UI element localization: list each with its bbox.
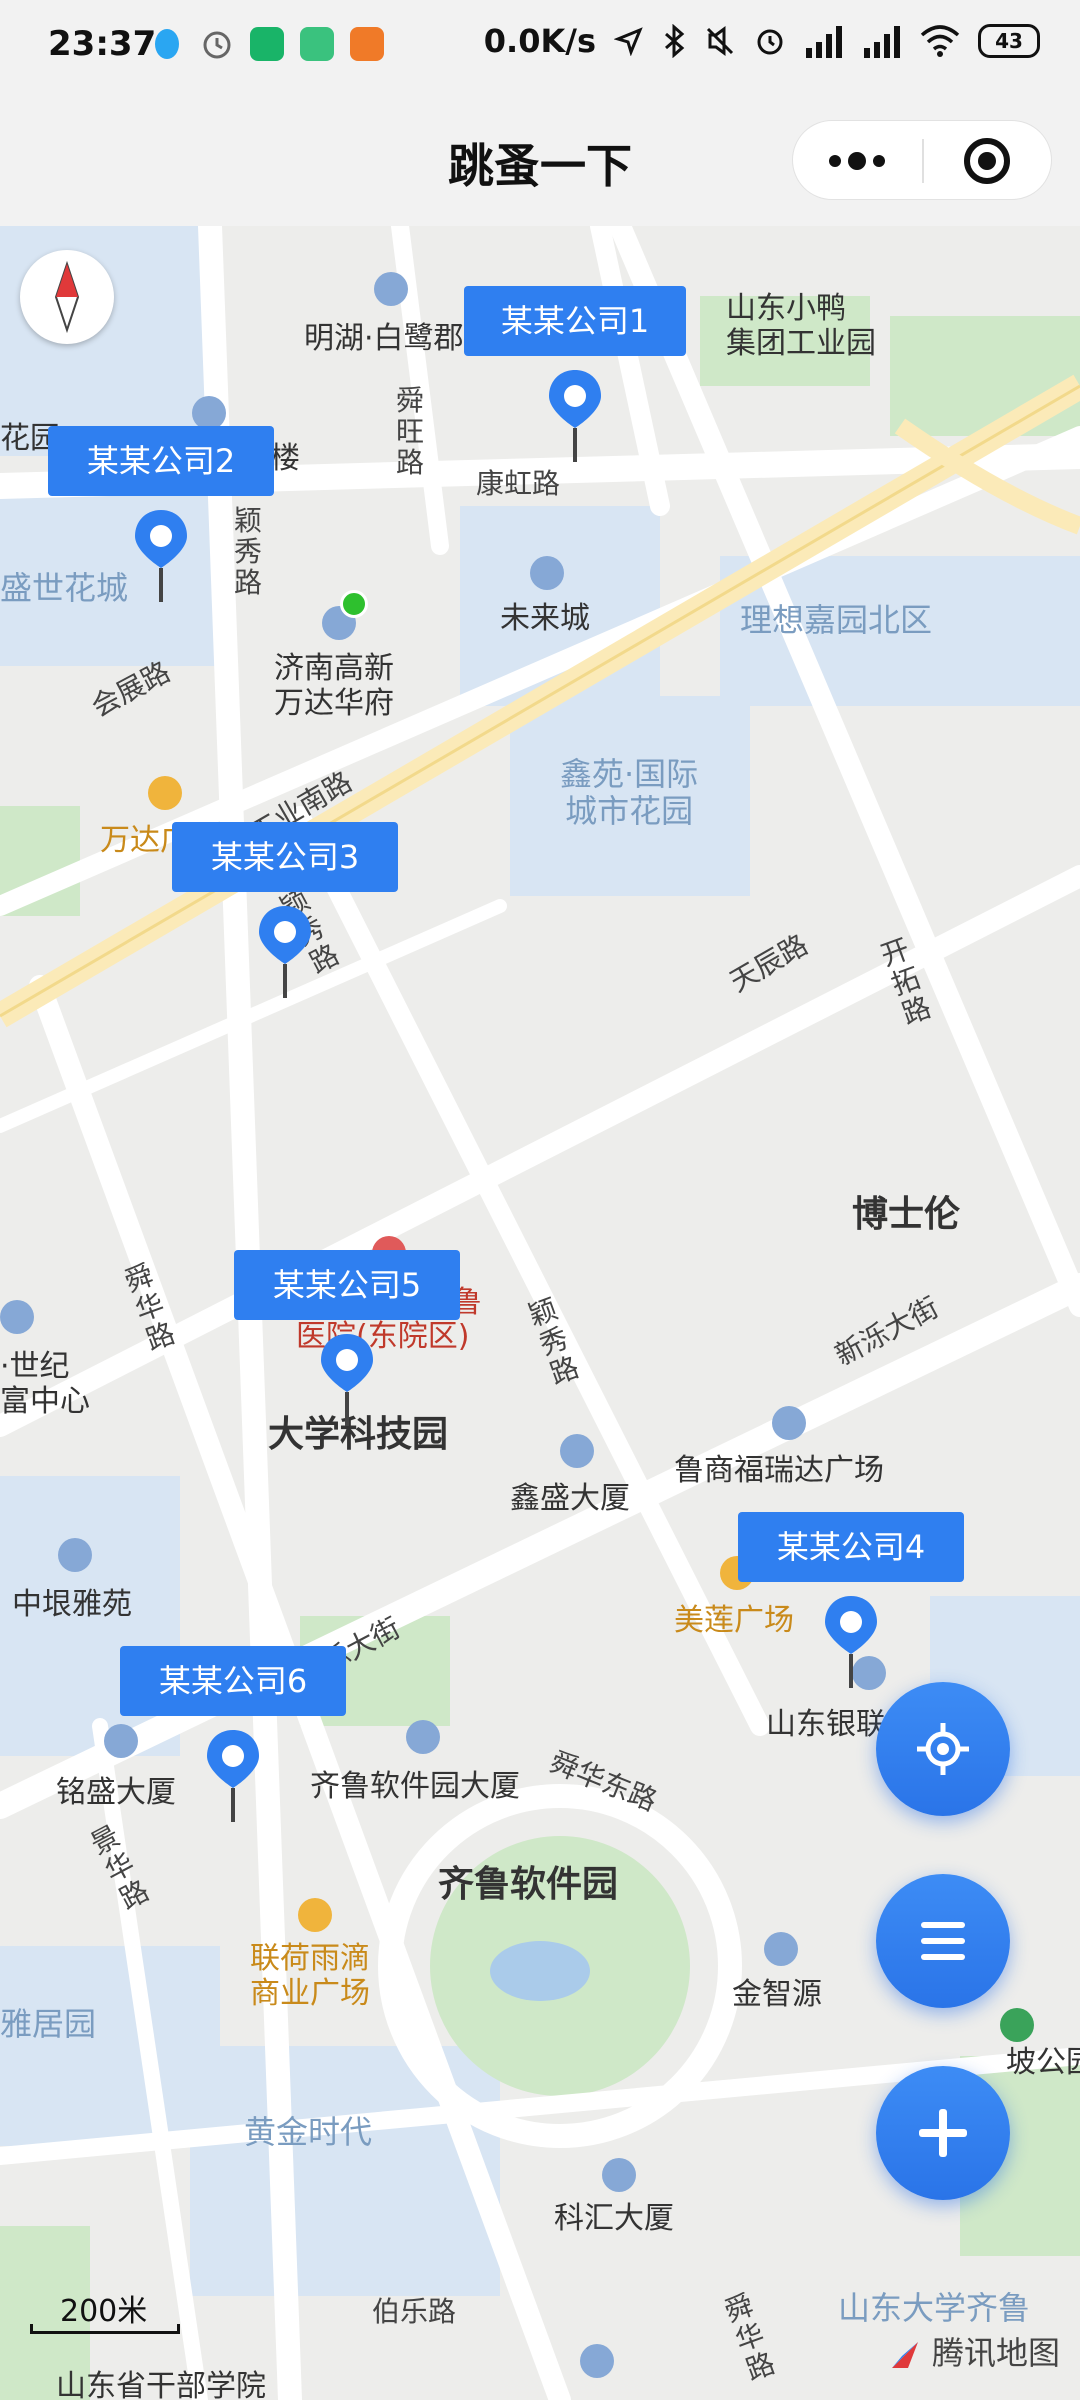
building-icon — [580, 2344, 614, 2378]
mute-icon — [706, 26, 734, 56]
mall-icon — [298, 1898, 332, 1932]
marker-label: 某某公司5 — [234, 1250, 460, 1320]
poi-kehui: 科汇大厦 — [554, 2201, 674, 2236]
marker-label: 某某公司2 — [48, 426, 274, 496]
marker-label: 某某公司4 — [738, 1512, 964, 1582]
poi-shandong-duck: 山东小鸭 集团工业园 — [726, 291, 876, 361]
map-pin-icon — [549, 370, 601, 462]
compass-icon — [54, 260, 80, 334]
building-icon — [0, 1300, 34, 1334]
building-icon — [530, 556, 564, 590]
building-icon — [374, 272, 408, 306]
poi-huangjin: 黄金时代 — [244, 2113, 373, 2151]
net-speed: 0.0K/s — [483, 22, 596, 60]
status-right: 0.0K/s 43 — [484, 22, 1040, 60]
road-shunwang: 舜 旺 路 — [396, 384, 425, 479]
poi-century: ·世纪 富中心 — [0, 1349, 90, 1419]
status-time: 23:37 — [48, 24, 157, 64]
map-pin-icon — [825, 1596, 877, 1688]
tencent-map-logo-icon — [891, 2342, 918, 2368]
anjuke-app-icon — [250, 27, 284, 61]
poi-yaju: 雅居园 — [0, 2005, 97, 2043]
alarm-status-icon — [757, 29, 783, 55]
marker-label: 某某公司6 — [120, 1646, 346, 1716]
poi-shandong-univ: 山东大学齐鲁 — [838, 2289, 1031, 2327]
scale-bar — [30, 2324, 180, 2334]
map-pin-icon — [135, 510, 187, 602]
poi-xinyuan: 鑫苑·国际 城市花园 — [560, 755, 699, 830]
building-icon — [602, 2158, 636, 2192]
map-pin-icon — [207, 1730, 259, 1822]
poi-zhonggen: 中垠雅苑 — [12, 1587, 132, 1622]
map-scale: 200米 — [30, 2286, 190, 2336]
poi-podong: 坡公园 — [1006, 2045, 1080, 2080]
poi-qilu-park: 齐鲁软件园 — [438, 1864, 619, 1905]
marker-label: 某某公司1 — [464, 286, 686, 356]
mini-program-capsule — [792, 120, 1052, 200]
map-pin-icon — [321, 1334, 373, 1426]
list-button[interactable] — [876, 1874, 1010, 2008]
poi-shandong-bank: 山东银联 — [766, 1707, 886, 1742]
poi-lixiang: 理想嘉园北区 — [740, 601, 933, 639]
road-bole: 伯乐路 — [372, 2295, 457, 2328]
locate-crosshair-icon — [917, 1723, 969, 1775]
poi-lianhe: 联荷雨滴 商业广场 — [250, 1941, 370, 2011]
building-icon — [560, 1434, 594, 1468]
map-attribution: 腾讯地图 — [888, 2328, 1060, 2374]
alarm-icon — [203, 31, 231, 59]
target-circle-icon — [964, 138, 1010, 184]
attribution-text: 腾讯地图 — [931, 2334, 1060, 2372]
locate-button[interactable] — [876, 1682, 1010, 1816]
poi-lushang: 鲁商福瑞达广场 — [674, 1453, 884, 1488]
building-icon — [406, 1720, 440, 1754]
qq-penguin-icon — [155, 29, 179, 59]
building-icon — [58, 1538, 92, 1572]
orange-app-icon — [350, 27, 384, 61]
marker-label: 某某公司3 — [172, 822, 398, 892]
location-arrow-icon — [614, 27, 643, 56]
bluetooth-icon — [665, 24, 685, 58]
battery-icon: 43 — [978, 24, 1040, 58]
ellipsis-icon — [829, 152, 885, 170]
marker-company-6[interactable]: 某某公司6 — [120, 1646, 346, 1826]
marker-company-1[interactable]: 某某公司1 — [464, 286, 686, 466]
poi-xinsheng: 鑫盛大厦 — [510, 1481, 630, 1516]
signal-icon-1 — [806, 26, 842, 58]
poi-ganbu: 山东省干部学院 — [56, 2369, 266, 2400]
mall-icon — [148, 776, 182, 810]
add-button[interactable] — [876, 2066, 1010, 2200]
boss-zhipin-app-icon — [300, 27, 334, 61]
plus-icon — [919, 2109, 967, 2157]
nav-bar: 跳蚤一下 — [0, 92, 1080, 226]
building-icon — [192, 396, 226, 430]
compass-button[interactable] — [20, 250, 114, 344]
poi-jinan-wanda: 济南高新 万达华府 — [274, 651, 394, 721]
more-button[interactable] — [793, 121, 921, 201]
poi-minghu: 明湖·白鹭郡 — [304, 321, 464, 356]
road-kanghong: 康虹路 — [476, 467, 561, 500]
poi-weilai: 未来城 — [500, 601, 590, 636]
signal-icon-2 — [864, 26, 900, 58]
wifi-icon — [920, 25, 960, 57]
park-icon — [1000, 2008, 1034, 2042]
status-bar: 23:37 0.0K/s 43 — [0, 0, 1080, 92]
marker-company-2[interactable]: 某某公司2 — [48, 426, 274, 606]
close-button[interactable] — [923, 121, 1051, 201]
list-menu-icon — [921, 1922, 965, 1960]
map-view[interactable]: 明湖·白鹭郡 山东小鸭 集团工业园 花园 楼 康虹路 盛世花城 未来城 理想嘉园… — [0, 226, 1080, 2400]
building-icon — [764, 1932, 798, 1966]
poi-jinzhiyuan: 金智源 — [732, 1977, 822, 2012]
poi-lou: 楼 — [270, 441, 300, 476]
status-app-icons — [150, 26, 384, 62]
marker-company-3[interactable]: 某某公司3 — [172, 822, 398, 1002]
current-location-dot — [340, 590, 368, 618]
marker-company-4[interactable]: 某某公司4 — [738, 1512, 964, 1692]
poi-boshilun: 博士伦 — [852, 1194, 961, 1235]
marker-company-5[interactable]: 某某公司5 — [234, 1250, 460, 1430]
building-icon — [772, 1406, 806, 1440]
map-pin-icon — [259, 906, 311, 998]
